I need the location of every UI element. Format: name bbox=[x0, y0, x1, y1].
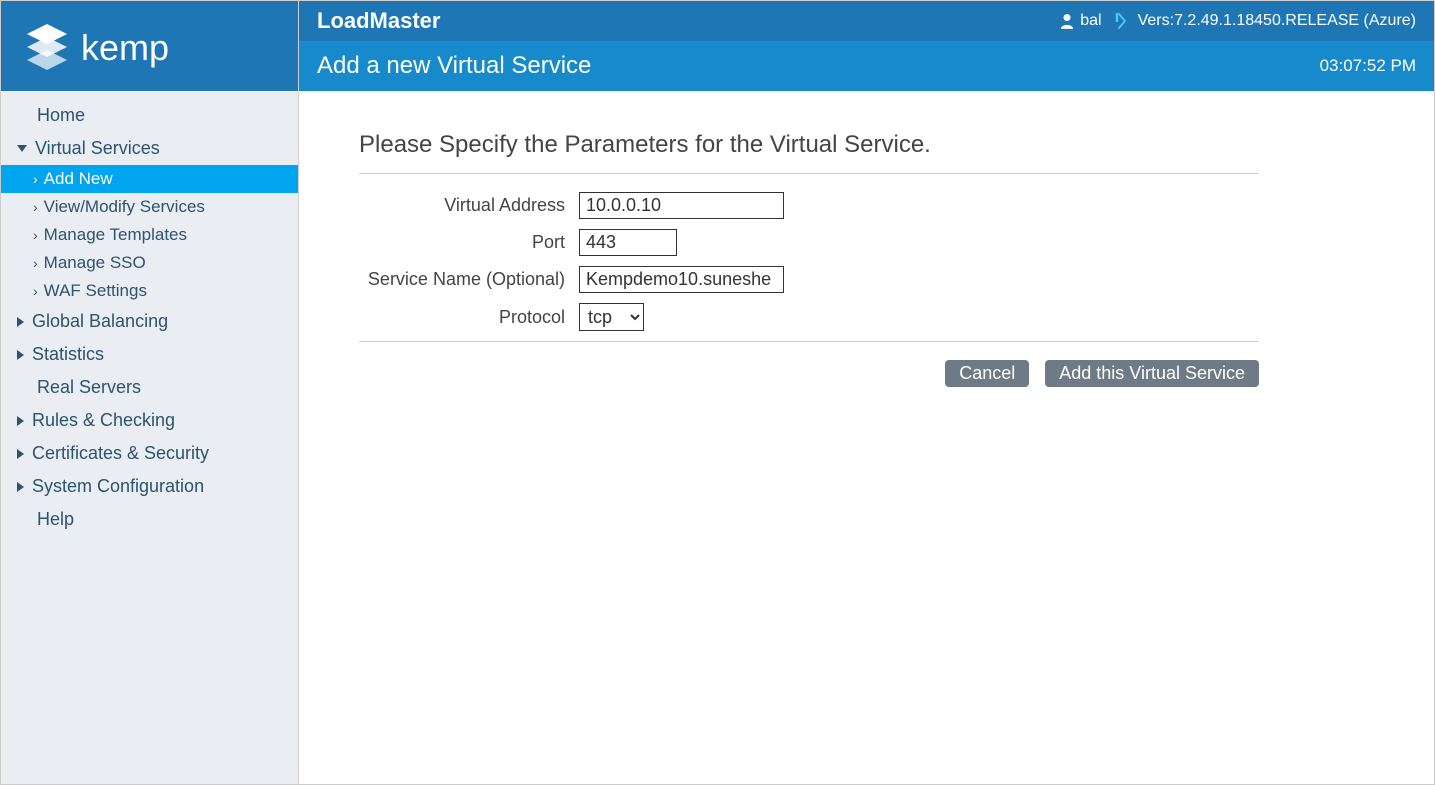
input-port[interactable] bbox=[579, 229, 677, 256]
nav-rules-checking-label: Rules & Checking bbox=[32, 410, 175, 431]
kemp-logo: kemp bbox=[19, 22, 219, 70]
nav-manage-sso[interactable]: › Manage SSO bbox=[1, 249, 298, 277]
label-virtual-address: Virtual Address bbox=[359, 195, 579, 216]
divider bbox=[359, 173, 1259, 174]
chevron-right-icon bbox=[17, 317, 24, 327]
logout-icon[interactable] bbox=[1108, 12, 1126, 30]
header-sub: Add a new Virtual Service 03:07:52 PM bbox=[299, 41, 1434, 91]
nav-real-servers[interactable]: Real Servers bbox=[1, 371, 298, 404]
user-icon bbox=[1060, 13, 1074, 29]
chevron-right-icon bbox=[17, 350, 24, 360]
nav-home[interactable]: Home bbox=[1, 99, 298, 132]
nav-virtual-services[interactable]: Virtual Services bbox=[1, 132, 298, 165]
nav-manage-templates-label: Manage Templates bbox=[44, 225, 187, 245]
nav-waf-settings-label: WAF Settings bbox=[44, 281, 147, 301]
nav-system-configuration[interactable]: System Configuration bbox=[1, 470, 298, 503]
nav-virtual-services-label: Virtual Services bbox=[35, 138, 160, 159]
row-service-name: Service Name (Optional) bbox=[359, 266, 1259, 293]
chevron-right-icon bbox=[17, 416, 24, 426]
nav-manage-sso-label: Manage SSO bbox=[44, 253, 146, 273]
nav-view-modify-label: View/Modify Services bbox=[44, 197, 205, 217]
nav-help[interactable]: Help bbox=[1, 503, 298, 536]
logo-area: kemp bbox=[1, 1, 298, 91]
chevron-right-icon: › bbox=[33, 283, 38, 299]
chevron-right-icon: › bbox=[33, 227, 38, 243]
row-virtual-address: Virtual Address bbox=[359, 192, 1259, 219]
nav-certificates-security-label: Certificates & Security bbox=[32, 443, 209, 464]
nav-manage-templates[interactable]: › Manage Templates bbox=[1, 221, 298, 249]
main-area: LoadMaster bal Vers:7.2.49.1.18450.RELEA… bbox=[299, 1, 1434, 784]
chevron-right-icon: › bbox=[33, 199, 38, 215]
nav-global-balancing[interactable]: Global Balancing bbox=[1, 305, 298, 338]
cancel-button[interactable]: Cancel bbox=[945, 360, 1029, 387]
app-title: LoadMaster bbox=[317, 8, 1060, 34]
button-row: Cancel Add this Virtual Service bbox=[359, 360, 1259, 387]
nav-certificates-security[interactable]: Certificates & Security bbox=[1, 437, 298, 470]
input-service-name[interactable] bbox=[579, 266, 784, 293]
nav-statistics[interactable]: Statistics bbox=[1, 338, 298, 371]
version-text: Vers:7.2.49.1.18450.RELEASE (Azure) bbox=[1138, 12, 1416, 30]
row-protocol: Protocol tcp bbox=[359, 303, 1259, 331]
sidebar: kemp Home Virtual Services › Add New › V… bbox=[1, 1, 299, 784]
nav-system-configuration-label: System Configuration bbox=[32, 476, 204, 497]
clock: 03:07:52 PM bbox=[1320, 56, 1416, 76]
divider-bottom bbox=[359, 341, 1259, 342]
chevron-right-icon bbox=[17, 449, 24, 459]
chevron-right-icon: › bbox=[33, 255, 38, 271]
chevron-down-icon bbox=[17, 145, 27, 152]
header-user: bal bbox=[1060, 12, 1125, 30]
label-service-name: Service Name (Optional) bbox=[359, 269, 579, 290]
chevron-right-icon: › bbox=[33, 171, 38, 187]
nav-add-new-label: Add New bbox=[44, 169, 113, 189]
nav-real-servers-label: Real Servers bbox=[37, 377, 141, 398]
nav-help-label: Help bbox=[37, 509, 74, 530]
nav-waf-settings[interactable]: › WAF Settings bbox=[1, 277, 298, 305]
label-protocol: Protocol bbox=[359, 307, 579, 328]
content-area: Please Specify the Parameters for the Vi… bbox=[299, 91, 1434, 427]
header-top: LoadMaster bal Vers:7.2.49.1.18450.RELEA… bbox=[299, 1, 1434, 41]
nav-global-balancing-label: Global Balancing bbox=[32, 311, 168, 332]
add-virtual-service-button[interactable]: Add this Virtual Service bbox=[1045, 360, 1259, 387]
row-port: Port bbox=[359, 229, 1259, 256]
nav-statistics-label: Statistics bbox=[32, 344, 104, 365]
nav-menu: Home Virtual Services › Add New › View/M… bbox=[1, 91, 298, 536]
form-title: Please Specify the Parameters for the Vi… bbox=[359, 131, 1259, 159]
nav-home-label: Home bbox=[37, 105, 85, 126]
page-title: Add a new Virtual Service bbox=[317, 52, 1320, 80]
input-virtual-address[interactable] bbox=[579, 192, 784, 219]
chevron-right-icon bbox=[17, 482, 24, 492]
nav-view-modify[interactable]: › View/Modify Services bbox=[1, 193, 298, 221]
username: bal bbox=[1080, 12, 1101, 30]
nav-add-new[interactable]: › Add New bbox=[1, 165, 298, 193]
svg-text:kemp: kemp bbox=[81, 27, 169, 68]
select-protocol[interactable]: tcp bbox=[579, 303, 644, 331]
label-port: Port bbox=[359, 232, 579, 253]
nav-rules-checking[interactable]: Rules & Checking bbox=[1, 404, 298, 437]
